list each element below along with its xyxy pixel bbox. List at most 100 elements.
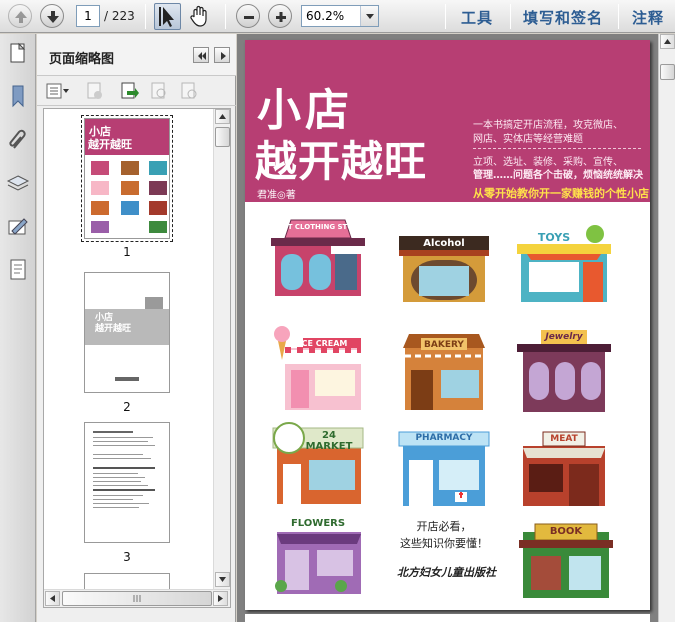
collapse-panel-button[interactable] — [193, 47, 209, 63]
cover-title-line2: 越开越旺 — [255, 137, 428, 186]
thumbnail-list[interactable]: 小店 越开越旺 1 小店 越开越旺 2 3 — [43, 108, 231, 608]
hand-icon — [190, 5, 207, 27]
flowers-store-illustration: FLOWERS — [271, 514, 365, 594]
toolbar: 1 / 223 60.2% 工具 填写和签名 注释 — [0, 0, 675, 33]
shop-sign-alcohol: Alcohol — [423, 238, 465, 249]
thumbnail-horizontal-scrollbar[interactable] — [44, 589, 230, 607]
book-store-illustration: BOOK — [519, 518, 613, 598]
shop-sign-jewelry: Jewelry — [545, 332, 583, 342]
toolbar-divider — [618, 4, 619, 29]
page-number-input[interactable]: 1 — [76, 5, 100, 27]
panel-options-button[interactable] — [214, 47, 230, 63]
layers-icon[interactable] — [6, 172, 30, 196]
page-total: / 223 — [104, 9, 135, 23]
shop-sign-bakery: BAKERY — [424, 340, 464, 350]
market-store-illustration: 24 MARKET — [271, 420, 365, 504]
toolbar-divider — [445, 4, 446, 29]
cover-desc-line4: 管理……问题各个击破，烦恼统统解决 — [473, 170, 643, 181]
zoom-out-button[interactable] — [236, 4, 260, 28]
signature-icon[interactable] — [6, 216, 30, 240]
list-options-icon — [46, 83, 69, 99]
alcohol-store-illustration: Alcohol — [397, 232, 491, 310]
meat-store-illustration: MEAT — [517, 426, 611, 506]
cover-mid-line1: 开店必看， — [416, 520, 472, 533]
content-icon[interactable] — [6, 258, 30, 282]
panel-title: 页面缩略图 — [49, 52, 115, 67]
rotate-page-button[interactable] — [149, 81, 169, 101]
extract-page-button[interactable] — [119, 81, 139, 101]
thumbnail-label-2: 2 — [123, 400, 131, 414]
thumbnail-options-button[interactable] — [45, 81, 71, 101]
thumbnail-page-3[interactable] — [84, 422, 170, 543]
document-viewport[interactable]: 小店 越开越旺 一本书搞定开店流程，攻克微店、 网店、实体店等经营难题 立项、选… — [237, 34, 658, 622]
thumbnail-page-1[interactable]: 小店 越开越旺 — [81, 115, 173, 242]
scroll-right-icon[interactable] — [213, 591, 228, 606]
bakery-illustration: BAKERY — [397, 330, 491, 410]
cover-author: 君准◎著 — [257, 190, 296, 201]
shop-sign-pharmacy: PHARMACY — [415, 433, 473, 443]
thumbnail-scroll-thumb[interactable] — [215, 127, 230, 147]
zoom-select[interactable]: 60.2% — [301, 5, 379, 27]
shop-sign-market: 24 MARKET — [305, 430, 353, 452]
zoom-value: 60.2% — [306, 9, 345, 23]
thumbnail-vertical-scrollbar[interactable] — [213, 109, 230, 589]
paperclip-icon[interactable] — [6, 128, 30, 152]
cover-mid-text: 开店必看， 这些知识你要懂！ — [379, 518, 509, 552]
delete-page-button[interactable] — [85, 81, 105, 101]
document-vertical-scrollbar[interactable] — [658, 34, 675, 622]
shop-sign-meat: MEAT — [550, 434, 578, 444]
pdf-page-2 — [245, 614, 650, 622]
double-chevron-left-icon — [198, 52, 206, 60]
page-thumbnails-icon[interactable] — [6, 42, 30, 66]
toolbar-divider — [145, 4, 146, 29]
minus-icon — [244, 16, 254, 19]
thumbnail-2-logo: 小店 越开越旺 — [95, 313, 132, 334]
ice-cream-store-illustration: ICE CREAM — [271, 320, 365, 410]
cover-slogan: 从零开始教你开一家赚钱的个性小店 — [473, 187, 649, 200]
toolbar-divider — [510, 4, 511, 29]
panel-header: 页面缩略图 — [37, 34, 236, 76]
comment-menu[interactable]: 注释 — [632, 7, 664, 28]
hand-tool-button[interactable] — [187, 3, 214, 30]
navigation-strip — [0, 34, 36, 622]
shop-sign-flowers: FLOWERS — [290, 518, 346, 529]
scroll-down-icon[interactable] — [215, 572, 230, 587]
toys-store-illustration: TOYS — [517, 224, 611, 302]
clothing-store-illustration: BEST CLOTHING STORE — [271, 218, 365, 296]
rotate-icon — [151, 82, 166, 99]
cover-header: 小店 越开越旺 一本书搞定开店流程，攻克微店、 网店、实体店等经营难题 立项、选… — [245, 40, 650, 202]
thumbnail-label-3: 3 — [123, 550, 131, 564]
select-tool-button[interactable] — [154, 3, 181, 30]
tools-menu[interactable]: 工具 — [461, 7, 493, 28]
cover-publisher: 北方妇女儿童出版社 — [397, 566, 496, 579]
chevron-down-icon[interactable] — [360, 6, 378, 26]
toolbar-divider — [225, 4, 226, 29]
plus-icon — [276, 12, 286, 22]
next-page-button[interactable] — [40, 4, 64, 28]
arrow-up-icon — [15, 11, 27, 23]
print-page-button[interactable] — [179, 81, 199, 101]
arrow-down-icon — [47, 11, 59, 23]
cover-desc-line2: 网店、实体店等经营难题 — [473, 134, 583, 145]
shop-sign-ice-cream: ICE CREAM — [298, 339, 348, 348]
scroll-up-icon[interactable] — [660, 34, 675, 49]
scroll-up-icon[interactable] — [215, 109, 230, 124]
previous-page-button[interactable] — [8, 4, 32, 28]
chevron-right-icon — [221, 52, 226, 60]
zoom-in-button[interactable] — [268, 4, 292, 28]
scroll-left-icon[interactable] — [45, 591, 60, 606]
document-scroll-thumb[interactable] — [660, 64, 675, 80]
horizontal-scroll-thumb[interactable] — [62, 591, 212, 606]
cover-divider — [473, 148, 641, 149]
shop-sign-toys: TOYS — [537, 231, 571, 244]
cursor-icon — [159, 7, 174, 27]
cover-desc-line1: 一本书搞定开店流程，攻克微店、 — [473, 120, 623, 131]
page-settings-icon — [181, 82, 197, 99]
thumbnail-page-2[interactable]: 小店 越开越旺 — [84, 272, 170, 393]
fill-and-sign-menu[interactable]: 填写和签名 — [523, 7, 603, 28]
shop-sign-clothing: BEST CLOTHING STORE — [272, 223, 364, 231]
delete-page-icon — [87, 82, 102, 99]
thumbnail-label-1: 1 — [123, 245, 131, 259]
bookmark-icon[interactable] — [6, 84, 30, 108]
thumbnail-title-2: 越开越旺 — [88, 138, 132, 151]
